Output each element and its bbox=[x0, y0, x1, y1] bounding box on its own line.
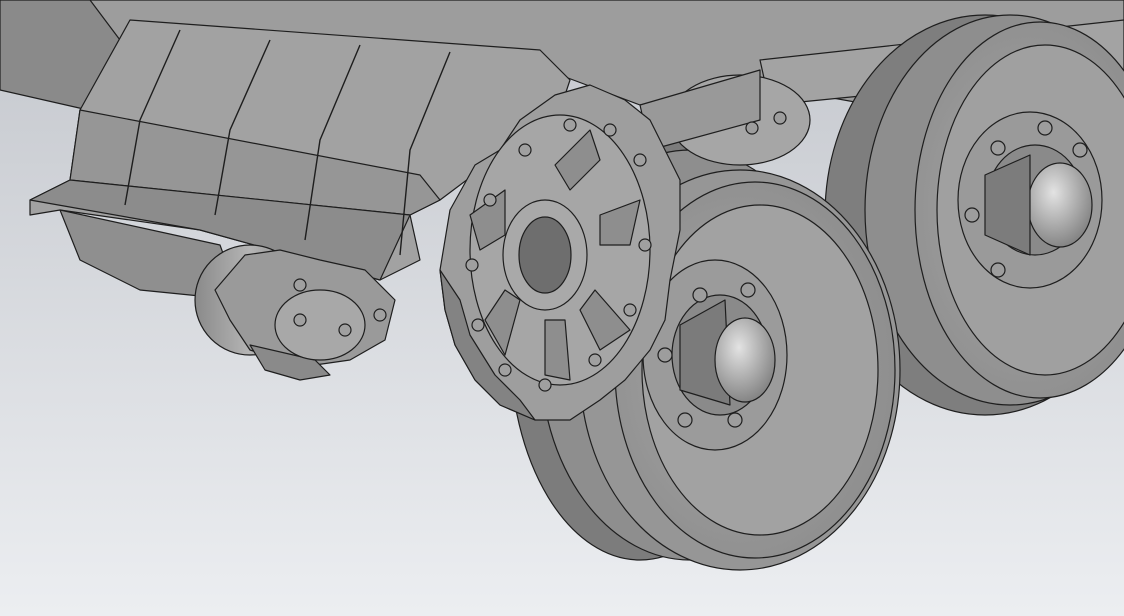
cad-viewport[interactable] bbox=[0, 0, 1124, 616]
cad-model-render bbox=[0, 0, 1124, 616]
